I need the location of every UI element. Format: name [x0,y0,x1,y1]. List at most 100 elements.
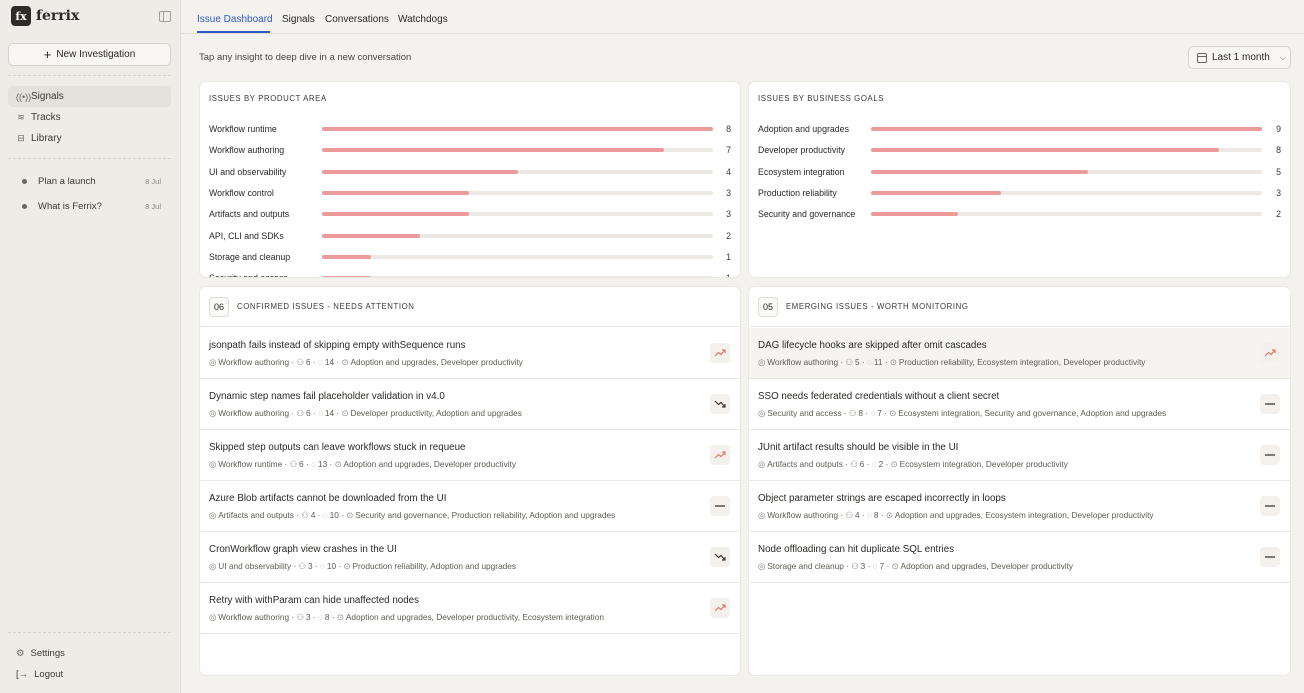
settings-label: Settings [30,647,65,659]
issue-count-badge: 06 [209,296,229,317]
meta-separator: · [310,408,318,418]
bar-row[interactable]: API, CLI and SDKs 2 [209,230,731,242]
meta-comments: 11 [873,357,883,367]
sidebar-item-library[interactable]: ⊟ Library [8,128,171,149]
new-investigation-button[interactable]: + New Investigation [8,43,171,66]
conversation-item[interactable]: What is Ferrix? 8 Jul [8,196,171,216]
target-icon: ⊙ [885,510,893,520]
bar-label: UI and observability [209,166,287,177]
target-icon: ⊙ [346,510,354,520]
calendar-icon [1197,52,1207,63]
issue-row[interactable]: Node offloading can hit duplicate SQL en… [749,532,1290,583]
location-pin-icon: ◎ [209,357,217,367]
bar-label: Workflow authoring [209,145,285,156]
bar-row[interactable]: Security and access 1 [209,272,731,277]
sidebar-item-label: Signals [31,91,64,102]
panel-title: CONFIRMED ISSUES - NEEDS ATTENTION [237,302,415,311]
bar-row[interactable]: Storage and cleanup 1 [209,251,731,263]
location-pin-icon: ◎ [758,561,766,571]
bar-track [871,148,1262,153]
issue-title: Dynamic step names fail placeholder vali… [209,391,445,402]
meta-separator: · [282,459,290,469]
issue-title: SSO needs federated credentials without … [758,391,1000,402]
meta-area: Workflow authoring [218,357,290,367]
panel-title: ISSUES BY PRODUCT AREA [209,94,327,103]
bar-row[interactable]: UI and observability 4 [209,166,731,178]
bar-row[interactable]: Security and governance 2 [758,208,1281,220]
sidebar-item-signals[interactable]: ((•)) Signals [8,86,171,107]
collapse-sidebar-icon[interactable] [159,11,171,22]
issues-by-business-goals-panel: ISSUES BY BUSINESS GOALS Adoption and up… [748,81,1291,278]
users-icon: ⚇ [296,357,304,367]
bar-fill [322,254,371,259]
meta-goals: Adoption and upgrades, Developer product… [343,459,517,469]
meta-goals: Developer productivity, Adoption and upg… [350,408,522,418]
bar-row[interactable]: Developer productivity 8 [758,144,1281,156]
tab-watchdogs[interactable]: Watchdogs [398,14,448,25]
issue-row[interactable]: Object parameter strings are escaped inc… [749,481,1290,532]
bullet-icon [22,203,27,209]
issues-by-product-area-panel: ISSUES BY PRODUCT AREA Workflow runtime 8… [199,81,741,278]
bar-label: API, CLI and SDKs [209,230,284,241]
plus-icon: + [43,47,52,62]
bar-track [322,169,713,174]
tab-issue-dashboard[interactable]: Issue Dashboard [197,14,273,25]
confirmed-issues-panel: 06 CONFIRMED ISSUES - NEEDS ATTENTION js… [199,286,741,676]
logout-button[interactable]: [→ Logout [8,664,171,684]
issue-row[interactable]: jsonpath fails instead of skipping empty… [200,328,740,379]
bar-fill [871,169,1089,174]
issue-title: Node offloading can hit duplicate SQL en… [758,544,955,555]
target-icon: ⊙ [334,459,342,469]
users-icon: ⚇ [848,408,857,418]
issue-row[interactable]: Azure Blob artifacts cannot be downloade… [200,481,740,532]
issue-row[interactable]: JUnit artifact results should be visible… [749,430,1290,481]
meta-goals: Adoption and upgrades, Developer product… [900,561,1074,571]
divider [8,632,171,633]
meta-separator: · [312,561,320,571]
bar-row[interactable]: Artifacts and outputs 3 [209,208,731,220]
bar-value: 9 [1276,124,1281,134]
location-pin-icon: ◎ [758,459,766,469]
issue-meta: ◎ Workflow runtime · ⚇ 6 · ◌ 13 · ⊙ Adoption… [209,459,516,469]
trend-down-icon [710,394,730,414]
meta-separator: · [329,612,337,622]
meta-separator: · [334,357,342,367]
bar-row[interactable]: Ecosystem integration 5 [758,166,1281,178]
meta-separator: · [334,408,342,418]
bar-row[interactable]: Workflow authoring 7 [209,144,731,156]
tab-conversations[interactable]: Conversations [325,14,389,25]
bar-row[interactable]: Workflow runtime 8 [209,123,731,135]
location-pin-icon: ◎ [209,510,217,520]
trend-up-icon [1260,343,1280,363]
issue-meta: ◎ UI and observability · ⚇ 3 · ◌ 10 · ⊙ Prod… [209,561,516,571]
bar-fill [322,148,665,153]
meta-area: Storage and cleanup [767,561,844,571]
issue-row[interactable]: Retry with withParam can hide unaffected… [200,583,740,634]
divider [8,158,171,159]
trend-flat-icon [1260,496,1280,516]
issue-row[interactable]: Skipped step outputs can leave workflows… [200,430,740,481]
meta-goals: Production reliability, Ecosystem integr… [898,357,1146,367]
bar-row[interactable]: Workflow control 3 [209,187,731,199]
issue-row[interactable]: CronWorkflow graph view crashes in the U… [200,532,740,583]
conversation-item[interactable]: Plan a launch 8 Jul [8,171,171,191]
bar-row[interactable]: Adoption and upgrades 9 [758,123,1281,135]
issue-row[interactable]: Dynamic step names fail placeholder vali… [200,379,740,430]
meta-separator: · [310,612,318,622]
settings-button[interactable]: ⚙ Settings [8,643,171,663]
bar-row[interactable]: Production reliability 3 [758,187,1281,199]
bar-track [322,127,713,131]
app-name: ferrix [36,8,80,24]
issue-row[interactable]: SSO needs federated credentials without … [749,379,1290,430]
tab-signals[interactable]: Signals [282,14,315,25]
date-range-select[interactable]: Last 1 month ⌵ [1188,46,1291,69]
location-pin-icon: ◎ [758,408,766,418]
trend-up-icon [710,598,730,618]
comment-icon: ◌ [866,510,872,520]
issue-meta: ◎ Workflow authoring · ⚇ 6 · ◌ 14 · ⊙ Adopti… [209,357,523,367]
bar-track [322,190,713,195]
sidebar-item-tracks[interactable]: ≋ Tracks [8,107,171,128]
app-logo[interactable]: fx ferrix [11,6,79,26]
issue-row[interactable]: DAG lifecycle hooks are skipped after om… [749,328,1290,379]
bar-track [322,212,713,217]
